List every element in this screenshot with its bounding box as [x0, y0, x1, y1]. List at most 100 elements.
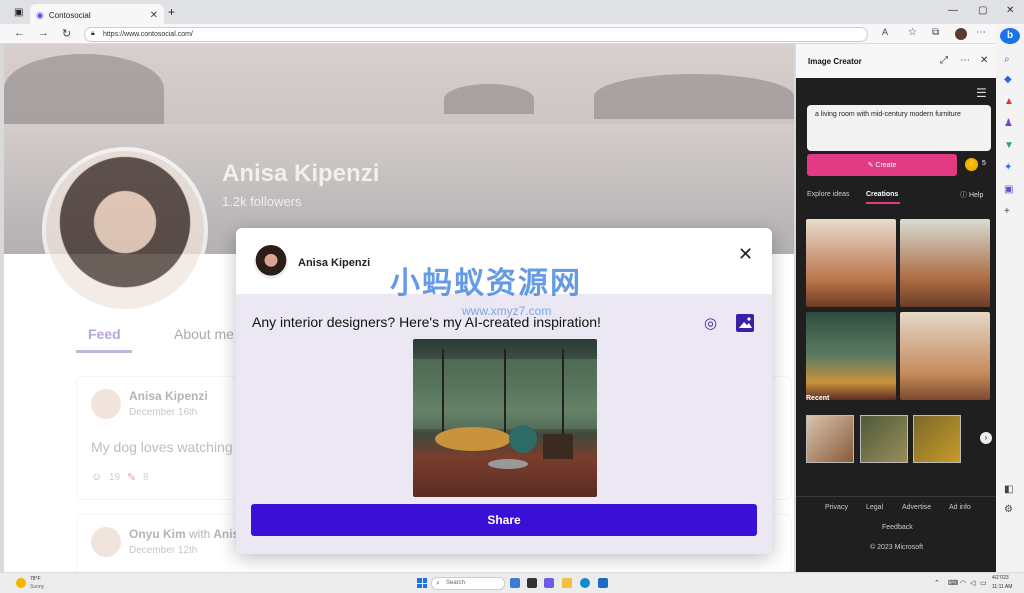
tools-icon[interactable]: ▲: [1004, 96, 1014, 107]
comment-icon[interactable]: ✎: [127, 471, 136, 484]
post-avatar: [91, 527, 121, 557]
tab-explore-ideas[interactable]: Explore ideas: [807, 191, 849, 198]
tab-about-me[interactable]: About me: [174, 326, 234, 342]
profile-avatar: [42, 147, 208, 313]
privacy-link[interactable]: Privacy: [825, 504, 848, 511]
image-icon[interactable]: [736, 314, 754, 332]
modal-author: Anisa Kipenzi: [298, 257, 371, 269]
new-tab-icon[interactable]: +: [168, 5, 175, 19]
more-icon[interactable]: ⋯: [976, 27, 986, 38]
bing-icon[interactable]: [510, 578, 520, 588]
feedback-link[interactable]: Feedback: [882, 524, 913, 531]
url-field[interactable]: 🔒︎ https://www.contosocial.com/: [84, 27, 868, 42]
creations-tab-indicator: [866, 202, 900, 204]
refresh-icon[interactable]: ↻: [62, 27, 71, 40]
open-in-new-icon[interactable]: ⤢: [940, 55, 948, 66]
profile-name: Anisa Kipenzi: [222, 160, 380, 187]
office-icon[interactable]: ▼: [1004, 140, 1014, 151]
footer-divider: [796, 496, 996, 497]
contosocial-favicon-icon: ◉: [36, 9, 44, 20]
ad-info-link[interactable]: Ad info: [949, 504, 971, 511]
broadcast-icon[interactable]: ◎: [704, 314, 722, 332]
more-icon[interactable]: ⋯: [960, 55, 970, 66]
recent-thumbnail[interactable]: [806, 415, 854, 463]
help-link[interactable]: ⓘ Help: [960, 190, 983, 200]
file-explorer-icon[interactable]: [562, 578, 572, 588]
recent-thumbnail[interactable]: [860, 415, 908, 463]
creation-thumbnail[interactable]: [806, 219, 896, 307]
chevron-right-icon[interactable]: ›: [980, 432, 992, 444]
read-aloud-icon[interactable]: A: [882, 27, 888, 37]
store-icon[interactable]: [598, 578, 608, 588]
image-creator-icon[interactable]: ▣: [1004, 184, 1013, 195]
tab-title: Contosocial: [48, 10, 91, 20]
help-icon: ⓘ: [960, 192, 969, 199]
settings-icon[interactable]: ⚙: [1004, 504, 1013, 515]
edge-icon[interactable]: [580, 578, 590, 588]
boost-coin-icon: ⚡: [965, 158, 978, 171]
task-view-icon[interactable]: [527, 578, 537, 588]
panel-header: Image Creator ⤢ ⋯ ✕: [796, 44, 996, 78]
chevron-up-icon[interactable]: ⌃: [934, 579, 940, 587]
like-icon[interactable]: ☺: [91, 471, 102, 483]
advertise-link[interactable]: Advertise: [902, 504, 931, 511]
help-label: Help: [968, 192, 984, 199]
back-icon[interactable]: ←: [14, 27, 25, 39]
creation-thumbnail[interactable]: [900, 219, 990, 307]
menu-icon[interactable]: ☰: [976, 86, 987, 100]
taskbar-time[interactable]: 11:11 AM: [992, 584, 1012, 590]
image-creator-panel: Image Creator ⤢ ⋯ ✕ ☰ a living room with…: [796, 44, 996, 572]
post-with-text: with: [189, 527, 211, 541]
minimize-icon[interactable]: —: [948, 5, 958, 16]
outlook-icon[interactable]: ✦: [1004, 162, 1012, 173]
tab-actions-icon[interactable]: ▣: [14, 7, 23, 18]
tab-strip: ▣ ◉ Contosocial ✕ + — ▢ ✕: [0, 0, 1024, 26]
create-label: Create: [875, 162, 897, 169]
shopping-icon[interactable]: ◆: [1004, 74, 1012, 85]
weather-temp: 78°F: [30, 576, 41, 582]
comment-count: 8: [143, 472, 149, 483]
wifi-icon[interactable]: ◠: [960, 579, 966, 587]
profile-avatar-icon[interactable]: [955, 28, 967, 40]
tab-feed[interactable]: Feed: [88, 326, 121, 342]
share-button[interactable]: Share: [251, 504, 757, 536]
volume-icon[interactable]: ◁: [970, 579, 975, 587]
close-tab-icon[interactable]: ✕: [150, 10, 158, 21]
generated-living-room-image: [413, 339, 597, 497]
post-text: My dog loves watching: [91, 439, 233, 455]
search-icon[interactable]: ⌕: [1004, 54, 1010, 65]
favorites-icon[interactable]: ☆: [908, 27, 917, 38]
bing-chat-icon[interactable]: b: [1000, 28, 1020, 44]
post-author: Onyu Kim: [129, 527, 186, 541]
taskbar-date[interactable]: 4/27/23: [992, 575, 1009, 581]
taskbar-search[interactable]: ⌕ Search: [431, 577, 505, 590]
sidebar-rail: b ⌕ ◆ ▲ ♟ ▼ ✦ ▣ + ◧ ⚙: [996, 26, 1024, 572]
post-date: December 12th: [129, 545, 198, 556]
collections-icon[interactable]: ⧉: [932, 27, 939, 38]
maximize-icon[interactable]: ▢: [978, 5, 987, 16]
close-icon[interactable]: ✕: [738, 244, 753, 265]
close-window-icon[interactable]: ✕: [1006, 5, 1014, 16]
browser-tab[interactable]: ◉ Contosocial ✕: [30, 4, 164, 26]
prompt-input[interactable]: a living room with mid-century modern fu…: [807, 105, 991, 151]
url-text: https://www.contosocial.com/: [103, 31, 193, 38]
close-panel-icon[interactable]: ✕: [980, 55, 988, 66]
keyboard-icon[interactable]: ⌨: [948, 579, 958, 587]
creation-thumbnail[interactable]: [806, 312, 896, 400]
tab-creations[interactable]: Creations: [866, 191, 898, 198]
start-icon[interactable]: [417, 578, 427, 588]
recent-thumbnail[interactable]: [913, 415, 961, 463]
modal-avatar: [254, 245, 288, 279]
add-icon[interactable]: +: [1004, 206, 1010, 217]
games-icon[interactable]: ♟: [1004, 118, 1013, 129]
search-icon: ⌕: [436, 580, 440, 587]
chat-icon[interactable]: [544, 578, 554, 588]
legal-link[interactable]: Legal: [866, 504, 883, 511]
panel-title: Image Creator: [808, 57, 862, 66]
weather-icon[interactable]: [16, 578, 26, 588]
forward-icon[interactable]: →: [38, 27, 49, 39]
creation-thumbnail[interactable]: [900, 312, 990, 400]
create-button[interactable]: ✎ Create: [807, 154, 957, 176]
split-screen-icon[interactable]: ◧: [1004, 484, 1013, 495]
battery-icon[interactable]: ▭: [980, 579, 987, 587]
